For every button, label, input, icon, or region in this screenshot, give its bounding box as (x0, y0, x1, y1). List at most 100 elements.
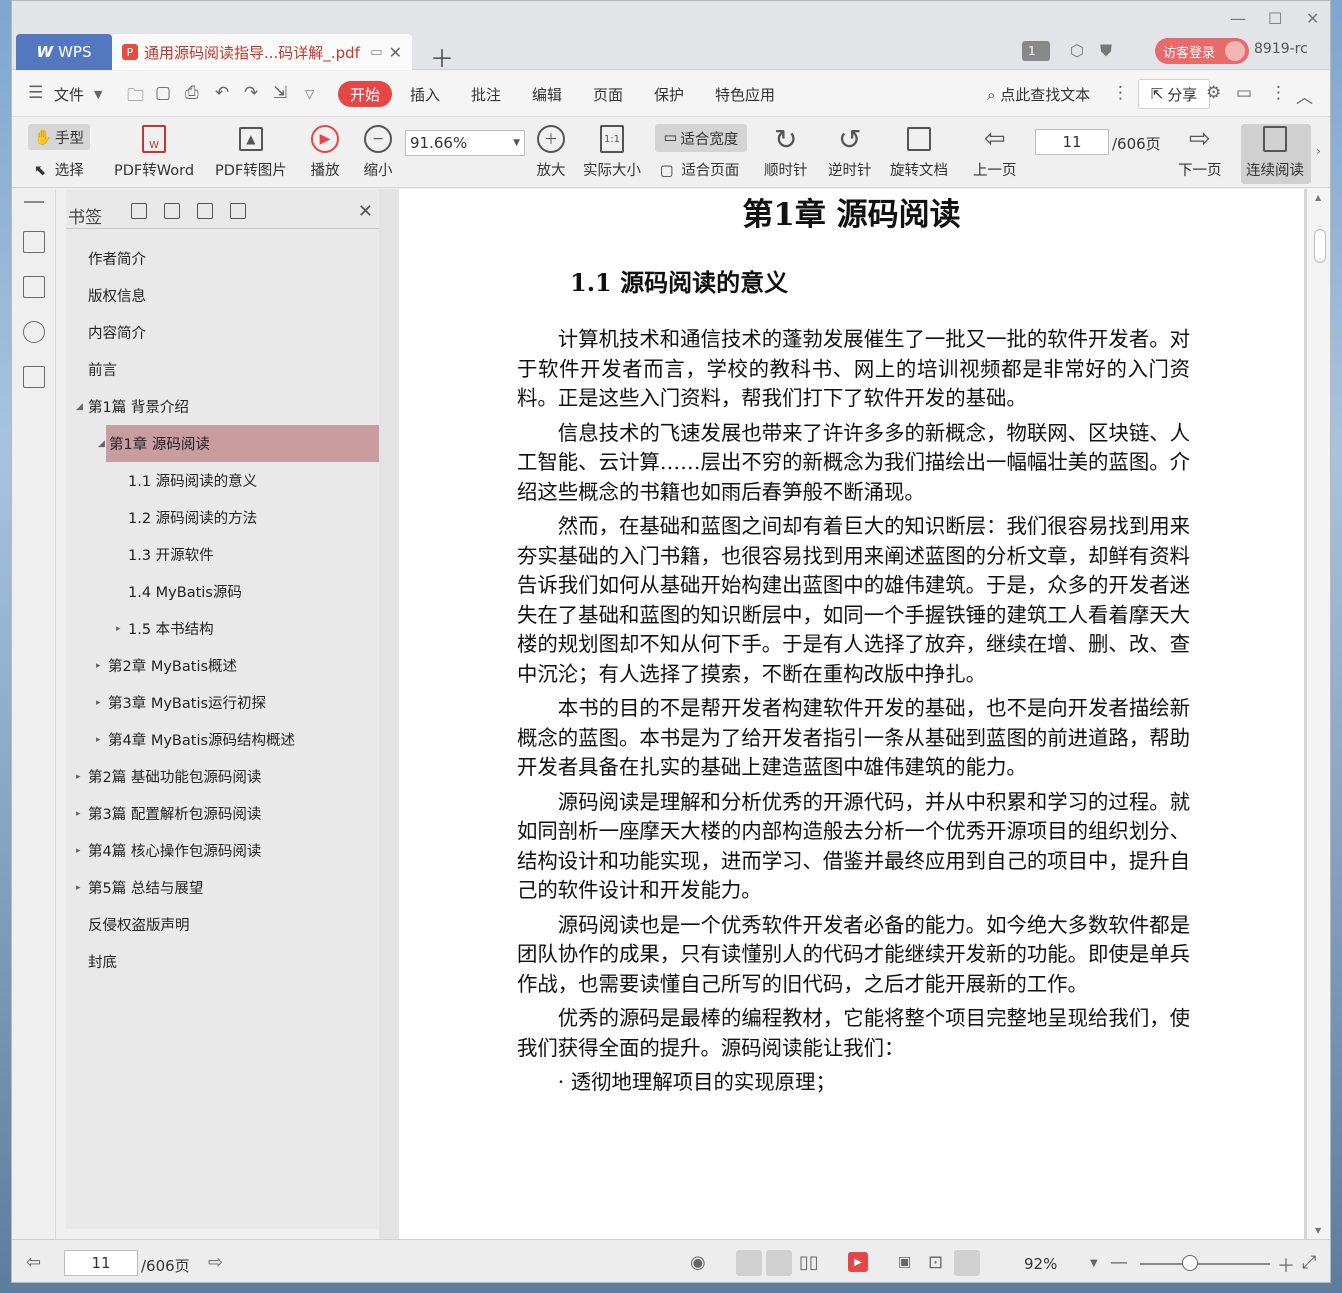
next-page-arrow-icon[interactable]: ⇨ (208, 1252, 223, 1273)
bookmark-item[interactable]: ▸ 第5篇 总结与展望 (66, 869, 379, 906)
zoom-in-status-icon[interactable]: ＋ (1277, 1252, 1295, 1278)
rotate-counterclockwise-button[interactable]: ↺ 逆时针 (828, 123, 872, 180)
zoom-select[interactable]: 91.66% ▼ (405, 130, 525, 156)
menu-page[interactable]: 页面 (593, 84, 623, 105)
close-window-icon[interactable]: ✕ (1306, 9, 1319, 28)
more-chevron-icon[interactable]: ▽ (305, 87, 314, 101)
comment-icon[interactable]: ▭ (1236, 83, 1252, 103)
bookmark-item[interactable]: ▸ 第4章 MyBatis源码结构概述 (66, 721, 379, 758)
bookmark-item[interactable]: ▸ 1.5 本书结构 (66, 610, 379, 647)
search-text-button[interactable]: ⌕ 点此查找文本 (987, 84, 1090, 105)
vertical-scrollbar[interactable]: ▲ ▼ (1307, 189, 1330, 1239)
chevron-down-icon[interactable]: ▼ (94, 88, 102, 101)
bookmark-item[interactable]: 内容简介 (66, 314, 379, 351)
zoom-slider-track[interactable] (1140, 1263, 1270, 1265)
fullscreen-icon[interactable]: ⤢ (1302, 1252, 1316, 1273)
monitor-icon[interactable]: ▭ (370, 45, 382, 60)
bookmark-item[interactable]: 反侵权盗版声明 (66, 906, 379, 943)
undo-icon[interactable]: ↶ (215, 83, 229, 103)
menu-insert[interactable]: 插入 (410, 84, 440, 105)
actual-size-button[interactable]: 1:1 实际大小 (583, 123, 641, 180)
fit-width-status-icon[interactable] (954, 1250, 980, 1276)
two-page-view-icon[interactable]: ▯▯ (799, 1252, 819, 1273)
print-icon[interactable]: ⎙ (185, 83, 199, 103)
shirt-icon[interactable]: ⛊ (1100, 41, 1112, 61)
hamburger-icon[interactable]: ☰ (28, 83, 43, 103)
bookmark-item[interactable]: ▸ 第3章 MyBatis运行初探 (66, 684, 379, 721)
bookmark-list-icon[interactable] (23, 231, 45, 253)
bookmark-item[interactable]: 1.4 MyBatis源码 (66, 573, 379, 610)
close-tab-icon[interactable]: ✕ (389, 43, 402, 62)
single-page-view-icon[interactable] (736, 1250, 762, 1276)
scroll-up-icon[interactable]: ▲ (1315, 193, 1321, 202)
redo-icon[interactable]: ↷ (244, 83, 258, 103)
menu-edit[interactable]: 编辑 (532, 84, 562, 105)
menu-file[interactable]: 文件 (54, 84, 84, 105)
zoom-slider-handle[interactable] (1182, 1255, 1198, 1271)
zoom-out-button[interactable]: − 缩小 (362, 123, 394, 180)
continuous-view-icon[interactable] (766, 1250, 792, 1276)
menu-annotate[interactable]: 批注 (471, 84, 501, 105)
status-page-input[interactable]: 11 (64, 1250, 138, 1276)
window-count-badge[interactable]: 1 (1022, 41, 1050, 61)
close-panel-icon[interactable]: ✕ (358, 201, 373, 222)
visitor-login-button[interactable]: 访客登录 (1155, 38, 1249, 64)
play-slideshow-icon[interactable]: ▶ (848, 1252, 868, 1272)
collapsed-arrow-icon[interactable]: ▸ (96, 661, 101, 671)
next-page-button[interactable]: ⇨ 下一页 (1178, 123, 1222, 180)
zoom-out-status-icon[interactable]: — (1110, 1252, 1128, 1273)
bookmark-item[interactable]: 1.2 源码阅读的方法 (66, 499, 379, 536)
menu-start[interactable]: 开始 (338, 81, 392, 107)
bookmark-item[interactable]: ◢ 第1篇 背景介绍 (66, 388, 379, 425)
zoom-in-button[interactable]: ＋ 放大 (535, 123, 567, 180)
prev-page-button[interactable]: ⇦ 上一页 (973, 123, 1017, 180)
rotate-document-button[interactable]: 旋转文档 (890, 123, 948, 180)
fit-width-button[interactable]: ▭ 适合宽度 (655, 124, 747, 152)
collapsed-arrow-icon[interactable]: ▸ (116, 624, 121, 634)
bookmark-item[interactable]: 1.1 源码阅读的意义 (66, 462, 379, 499)
tab-document[interactable]: P 通用源码阅读指导...码详解_.pdf ▭ ✕ (112, 34, 412, 70)
document-viewport[interactable]: 第1章 源码阅读 1.1 源码阅读的意义 计算机技术和通信技术的蓬勃发展催生了一… (399, 189, 1330, 1239)
fit-page-status-icon[interactable]: ⊡ (928, 1252, 943, 1273)
collapsed-arrow-icon[interactable]: ▸ (76, 772, 81, 782)
bookmark-item[interactable]: ▸ 第2章 MyBatis概述 (66, 647, 379, 684)
gear-icon[interactable]: ⚙ (1206, 83, 1221, 103)
toolbar-expand-icon[interactable]: › (1316, 144, 1321, 158)
play-button[interactable]: ▶ 播放 (309, 123, 341, 180)
signature-icon[interactable] (23, 366, 45, 388)
collapsed-arrow-icon[interactable]: ▸ (96, 735, 101, 745)
bookmark-item[interactable]: 作者简介 (66, 240, 379, 277)
bookmark-item[interactable]: ▸ 第2篇 基础功能包源码阅读 (66, 758, 379, 795)
collapsed-arrow-icon[interactable]: ▸ (76, 809, 81, 819)
expanded-arrow-icon[interactable]: ◢ (76, 402, 83, 412)
bookmark-item[interactable]: 封底 (66, 943, 379, 980)
bookmark-item[interactable]: 前言 (66, 351, 379, 388)
page-number-input[interactable]: 11 (1035, 129, 1109, 155)
collapsed-arrow-icon[interactable]: ▸ (76, 846, 81, 856)
minimize-icon[interactable]: — (1230, 9, 1246, 28)
hand-tool-button[interactable]: ✋ 手型 (28, 124, 90, 150)
actual-size-status-icon[interactable]: ▣ (898, 1254, 911, 1270)
bookmark-settings-icon[interactable] (230, 203, 246, 219)
scrollbar-thumb[interactable] (1314, 229, 1326, 263)
annotation-icon[interactable] (23, 321, 45, 343)
expand-all-icon[interactable] (131, 203, 147, 219)
prev-page-arrow-icon[interactable]: ⇦ (26, 1252, 41, 1273)
collapsed-arrow-icon[interactable]: ▸ (96, 698, 101, 708)
new-tab-icon[interactable]: ＋ (430, 39, 454, 74)
collapsed-arrow-icon[interactable]: ▸ (76, 883, 81, 893)
menu-special[interactable]: 特色应用 (715, 84, 775, 105)
bookmark-item[interactable]: ▸ 第4篇 核心操作包源码阅读 (66, 832, 379, 869)
collapse-ribbon-icon[interactable]: ︿ (1296, 83, 1313, 108)
fit-page-button[interactable]: ▢ 适合页面 (660, 159, 739, 180)
bookmark-item[interactable]: 1.3 开源软件 (66, 536, 379, 573)
add-bookmark-icon[interactable] (197, 203, 213, 219)
eye-protection-icon[interactable]: ◉ (690, 1252, 706, 1273)
thumbnail-icon[interactable] (23, 276, 45, 298)
collapse-all-icon[interactable] (164, 203, 180, 219)
pdf-to-image-button[interactable]: ▲ PDF转图片 (215, 123, 287, 180)
bookmark-item[interactable]: ◢ 第1章 源码阅读 (98, 425, 379, 462)
more-vertical-icon[interactable]: ⋮ (1112, 83, 1129, 103)
panel-splitter[interactable] (379, 189, 399, 1239)
save-icon[interactable]: ▢ (155, 83, 171, 103)
